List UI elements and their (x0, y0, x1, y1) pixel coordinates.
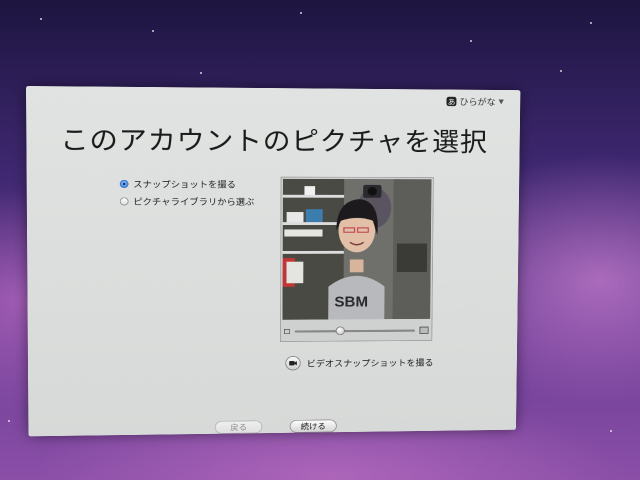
zoom-out-icon (283, 328, 291, 334)
chevron-down-icon: ▼ (498, 98, 504, 106)
zoom-slider-row (283, 323, 429, 338)
wallpaper-star (610, 430, 612, 432)
video-snapshot-button[interactable] (285, 356, 301, 371)
user-photo[interactable]: SBM (282, 178, 432, 320)
video-snapshot-control: ビデオスナップショットを撮る (285, 355, 434, 371)
wallpaper-star (152, 30, 154, 32)
svg-text:SBM: SBM (334, 294, 368, 310)
photo-image: SBM (282, 178, 432, 320)
picture-preview: SBM (280, 176, 434, 342)
zoom-slider[interactable] (294, 326, 416, 335)
video-snapshot-label: ビデオスナップショットを撮る (306, 357, 434, 369)
wallpaper-star (590, 22, 592, 24)
zoom-slider-thumb[interactable] (336, 326, 346, 335)
wallpaper-star (200, 72, 202, 74)
radio-take-snapshot[interactable] (119, 179, 129, 188)
wallpaper-star (470, 40, 472, 42)
wallpaper-star (40, 18, 42, 20)
setup-assistant-window: あ ひらがな ▼ このアカウントのピクチャを選択 スナップショットを撮る ピクチ… (26, 86, 521, 437)
zoom-in-icon (419, 326, 429, 334)
option-label: スナップショットを撮る (133, 178, 236, 190)
page-title: このアカウントのピクチャを選択 (60, 125, 488, 158)
camera-icon (289, 361, 297, 366)
radio-choose-from-library[interactable] (119, 197, 129, 206)
picture-source-options: スナップショットを撮る ピクチャライブラリから選ぶ (119, 175, 255, 210)
input-method-label: ひらがな (459, 96, 496, 108)
input-method-menu[interactable]: あ ひらがな ▼ (446, 95, 504, 108)
continue-button[interactable]: 続ける (289, 419, 337, 433)
option-choose-from-library[interactable]: ピクチャライブラリから選ぶ (119, 192, 255, 210)
wallpaper-star (300, 12, 302, 14)
input-method-icon: あ (446, 96, 457, 107)
option-take-snapshot[interactable]: スナップショットを撮る (119, 175, 255, 193)
option-label: ピクチャライブラリから選ぶ (133, 196, 255, 207)
wallpaper-star (560, 70, 562, 72)
back-button[interactable]: 戻る (214, 420, 263, 434)
wallpaper-star (8, 420, 10, 422)
navigation-buttons: 戻る 続ける (28, 417, 516, 436)
